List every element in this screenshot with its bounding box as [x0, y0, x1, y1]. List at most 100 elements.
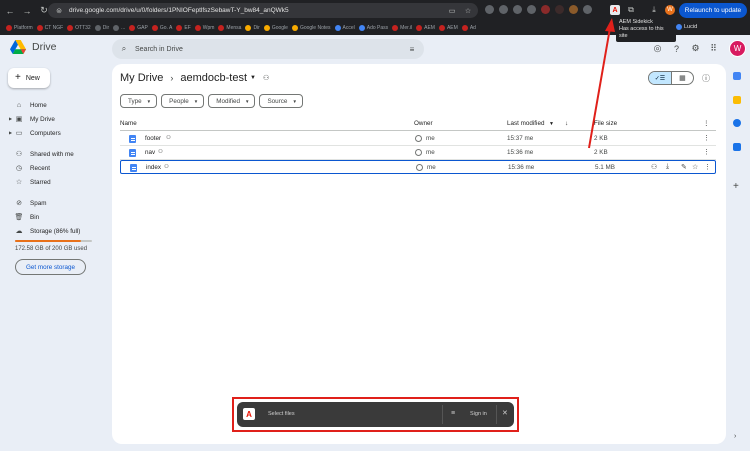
select-files-label[interactable]: Select files	[268, 411, 295, 417]
site-info-icon[interactable]: ⊜	[53, 5, 65, 17]
sidebar-item-shared[interactable]: ⚇ Shared with me	[6, 147, 106, 161]
more-actions-icon[interactable]: ⋮	[704, 163, 711, 171]
bookmark-item[interactable]: Google Notes	[291, 25, 331, 31]
breadcrumb-root[interactable]: My Drive	[120, 72, 163, 84]
drive-logo[interactable]: Drive	[10, 40, 57, 54]
extension-icon[interactable]	[583, 5, 592, 14]
bookmark-item[interactable]: Ado Pass	[358, 25, 388, 31]
extension-icon[interactable]	[527, 5, 536, 14]
bookmark-item[interactable]: Wpm	[194, 25, 214, 31]
extension-icon[interactable]	[513, 5, 522, 14]
table-row[interactable]: footer ⚇ me 15:37 me 2 KB ⋮	[120, 132, 716, 146]
bookmark-item[interactable]: Google	[263, 25, 288, 31]
extension-icon[interactable]	[569, 5, 578, 14]
more-actions-icon[interactable]: ⋮	[703, 134, 710, 142]
filter-people[interactable]: People ▼	[161, 94, 205, 108]
hide-panel-chevron-icon[interactable]: ›	[734, 433, 736, 440]
download-icon[interactable]: ⤓	[666, 163, 669, 171]
extension-icon[interactable]	[541, 5, 550, 14]
bookmark-item[interactable]: Ad	[461, 25, 476, 31]
table-row[interactable]: nav ⚇ me 15:36 me 2 KB ⋮	[120, 146, 716, 160]
list-view-icon[interactable]: ✓☰	[649, 72, 671, 84]
menu-icon[interactable]: ≡	[451, 410, 455, 417]
expand-caret-icon[interactable]: ▶	[9, 130, 12, 135]
aem-sidekick-extension-icon[interactable]: A	[610, 5, 620, 15]
calendar-icon[interactable]	[733, 72, 741, 80]
search-input[interactable]: Search in Drive	[135, 46, 406, 53]
table-row-selected[interactable]: index ⚇ me 15:36 me 5.1 MB ⚇ ⤓ ✎ ☆ ⋮	[120, 160, 716, 174]
bookmark-item[interactable]: AEM	[438, 25, 458, 31]
browser-profile-avatar[interactable]: W	[665, 5, 675, 15]
get-more-storage-button[interactable]: Get more storage	[15, 259, 86, 275]
grid-view-icon[interactable]: ▦	[670, 72, 693, 84]
bookmark-item[interactable]: ...	[113, 25, 125, 31]
column-name[interactable]: Name	[120, 120, 137, 127]
ready-offline-icon[interactable]: ◎	[652, 43, 663, 54]
extension-icon[interactable]	[485, 5, 494, 14]
sidebar-item-computers[interactable]: ▶ ▭ Computers	[6, 126, 106, 140]
contacts-icon[interactable]	[733, 143, 741, 151]
sidebar-item-starred[interactable]: ☆ Starred	[6, 175, 106, 189]
share-icon[interactable]: ⚇	[651, 163, 657, 171]
bookmark-item[interactable]: CT NGF	[36, 25, 63, 31]
extensions-puzzle-icon[interactable]: ⧉	[626, 5, 636, 15]
sidebar-item-home[interactable]: ⌂ Home	[6, 98, 106, 112]
extension-icon[interactable]	[499, 5, 508, 14]
sort-dropdown-icon[interactable]: ▼	[549, 121, 554, 127]
search-icon[interactable]: ⌕	[118, 43, 130, 55]
bookmark-item[interactable]: Dir	[245, 25, 260, 31]
sidebar-item-storage[interactable]: ☁ Storage (86% full)	[6, 224, 106, 238]
sidebar-item-spam[interactable]: ⊘ Spam	[6, 196, 106, 210]
bookmark-item[interactable]: AEM	[416, 25, 435, 31]
bookmark-item[interactable]: GAP	[129, 25, 148, 31]
expand-caret-icon[interactable]: ▶	[9, 116, 12, 121]
forward-icon[interactable]: →	[20, 4, 34, 18]
star-icon[interactable]: ☆	[692, 163, 698, 171]
extension-icon[interactable]	[555, 5, 564, 14]
bookmark-lucid[interactable]: Lucid	[676, 24, 697, 30]
column-last-modified[interactable]: Last modified	[507, 120, 544, 127]
new-button[interactable]: + New	[8, 68, 50, 88]
help-icon[interactable]: ?	[671, 43, 682, 54]
bookmark-item[interactable]: Accel	[334, 25, 355, 31]
sidebar-item-my-drive[interactable]: ▶ ▣ My Drive	[6, 112, 106, 126]
download-icon[interactable]: ⤓	[649, 5, 659, 15]
filter-source[interactable]: Source ▼	[259, 94, 303, 108]
sign-in-button[interactable]: Sign in	[470, 411, 487, 417]
sort-direction-icon[interactable]: ↓	[565, 120, 568, 127]
bookmark-item[interactable]: Platform	[6, 25, 33, 31]
more-actions-icon[interactable]: ⋮	[703, 148, 710, 156]
bookmark-item[interactable]: OTT32	[67, 25, 91, 31]
bookmark-star-icon[interactable]: ☆	[462, 5, 474, 17]
close-icon[interactable]: ✕	[502, 409, 508, 417]
bookmark-item[interactable]: EF	[176, 25, 191, 31]
sidebar-item-bin[interactable]: 🗑 Bin	[6, 210, 106, 224]
back-icon[interactable]: ←	[3, 4, 17, 18]
apps-grid-icon[interactable]: ⠿	[708, 43, 719, 54]
add-addon-icon[interactable]: +	[733, 181, 739, 192]
bookmark-item[interactable]: Go. A	[151, 25, 172, 31]
info-icon[interactable]: ⓘ	[701, 73, 711, 83]
address-bar[interactable]: ⊜ drive.google.com/drive/u/0/folders/1PN…	[48, 3, 478, 18]
folder-menu-dropdown-icon[interactable]: ▼	[250, 75, 256, 81]
filter-type[interactable]: Type ▼	[120, 94, 158, 108]
bookmark-item[interactable]: Dir	[94, 25, 109, 31]
more-options-icon[interactable]: ⋮	[703, 120, 709, 127]
shared-folder-icon[interactable]: ⚇	[263, 74, 269, 82]
account-avatar[interactable]: W	[729, 40, 746, 57]
adobe-logo-icon[interactable]: A	[243, 408, 255, 420]
tasks-icon[interactable]	[733, 119, 741, 127]
url-text[interactable]: drive.google.com/drive/u/0/folders/1PNIO…	[69, 7, 446, 14]
breadcrumb-current-folder[interactable]: aemdocb-test	[180, 72, 247, 84]
sidebar-item-recent[interactable]: ◷ Recent	[6, 161, 106, 175]
bookmark-item[interactable]: Mer.il	[392, 25, 412, 31]
rename-icon[interactable]: ✎	[681, 163, 687, 171]
filter-modified[interactable]: Modified ▼	[208, 94, 256, 108]
cast-icon[interactable]: ▭	[446, 5, 458, 17]
settings-gear-icon[interactable]: ⚙	[690, 43, 701, 54]
search-bar[interactable]: ⌕ Search in Drive ≡	[112, 39, 424, 59]
search-options-icon[interactable]: ≡	[406, 43, 418, 55]
keep-icon[interactable]	[733, 96, 741, 104]
relaunch-button[interactable]: Relaunch to update	[679, 3, 747, 18]
bookmark-item[interactable]: Mensa	[218, 25, 241, 31]
